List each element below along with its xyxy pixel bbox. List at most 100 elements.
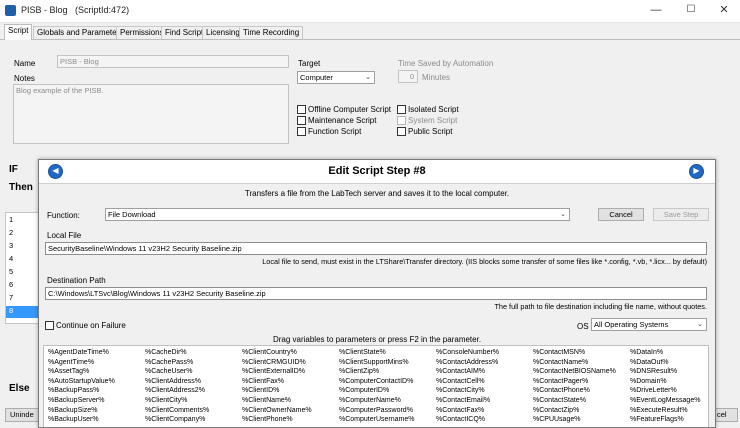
step-line-number[interactable]: 2 bbox=[9, 228, 13, 237]
unindent-button[interactable]: Uninde bbox=[5, 408, 39, 422]
maintenance-script-checkbox[interactable] bbox=[297, 116, 306, 125]
target-select[interactable]: Computer ⌄ bbox=[297, 71, 375, 84]
variable-item[interactable]: %CacheDir% bbox=[145, 348, 241, 358]
isolated-script-checkbox[interactable] bbox=[397, 105, 406, 114]
step-line-number[interactable]: 1 bbox=[9, 215, 13, 224]
variable-item[interactable]: %ComputerPassword% bbox=[339, 406, 435, 416]
maximize-button[interactable]: ☐ bbox=[675, 0, 707, 22]
variable-item[interactable]: %BackupUser% bbox=[48, 415, 144, 425]
variable-item[interactable]: %ContactMSN% bbox=[533, 348, 629, 358]
variable-item[interactable]: %CachePass% bbox=[145, 358, 241, 368]
variable-item[interactable]: %AutoStartupValue% bbox=[48, 377, 144, 387]
function-select[interactable]: File Download ⌄ bbox=[105, 208, 570, 221]
variables-column: %ContactMSN% %ContactName% %ContactNetBI… bbox=[533, 348, 629, 425]
previous-step-icon[interactable]: ◀ bbox=[48, 164, 63, 179]
variable-item[interactable]: %EventLogMessage% bbox=[630, 396, 706, 406]
local-file-field[interactable]: SecurityBaseline\Windows 11 v23H2 Securi… bbox=[45, 242, 707, 255]
close-button[interactable]: ✕ bbox=[708, 0, 740, 22]
variable-item[interactable]: %DataIn% bbox=[630, 348, 706, 358]
tab-time-recording[interactable]: Time Recording bbox=[239, 26, 304, 39]
variable-item[interactable]: %ContactNetBIOSName% bbox=[533, 367, 629, 377]
variable-item[interactable]: %ComputerName% bbox=[339, 396, 435, 406]
variable-item[interactable]: %BackupServer% bbox=[48, 396, 144, 406]
variable-item[interactable]: %ClientExternalID% bbox=[242, 367, 338, 377]
variable-item[interactable]: %DriveLetter% bbox=[630, 386, 706, 396]
step-line-number[interactable]: 7 bbox=[9, 293, 13, 302]
tab-find-script[interactable]: Find Script bbox=[161, 26, 208, 39]
tab-globals-and-parameters[interactable]: Globals and Parameters bbox=[33, 26, 128, 39]
cancel-button-partial[interactable]: cel bbox=[714, 408, 738, 422]
variable-item[interactable]: %ConsoleNumber% bbox=[436, 348, 532, 358]
variable-item[interactable]: %ClientName% bbox=[242, 396, 338, 406]
variable-item[interactable]: %ContactAIM% bbox=[436, 367, 532, 377]
destination-path-field[interactable]: C:\Windows\LTSvc\Blog\Windows 11 v23H2 S… bbox=[45, 287, 707, 300]
variable-item[interactable]: %ClientPhone% bbox=[242, 415, 338, 425]
offline-computer-script-checkbox[interactable] bbox=[297, 105, 306, 114]
variable-item[interactable]: %ContactFax% bbox=[436, 406, 532, 416]
continue-on-failure-checkbox[interactable] bbox=[45, 321, 54, 330]
variable-item[interactable]: %DNSResult% bbox=[630, 367, 706, 377]
variable-item[interactable]: %FeatureFlags% bbox=[630, 415, 706, 425]
variable-item[interactable]: %Domain% bbox=[630, 377, 706, 387]
variable-item[interactable]: %ClientComments% bbox=[145, 406, 241, 416]
variable-item[interactable]: %ClientOwnerName% bbox=[242, 406, 338, 416]
variable-item[interactable]: %AgentDateTime% bbox=[48, 348, 144, 358]
variable-item[interactable]: %ClientZip% bbox=[339, 367, 435, 377]
step-line-number[interactable]: 3 bbox=[9, 241, 13, 250]
variable-item[interactable]: %DataOut% bbox=[630, 358, 706, 368]
variable-item[interactable]: %ClientCompany% bbox=[145, 415, 241, 425]
variable-item[interactable]: %ClientAddress% bbox=[145, 377, 241, 387]
step-line-number-selected[interactable]: 8 bbox=[6, 306, 42, 318]
public-script-checkbox[interactable] bbox=[397, 127, 406, 136]
time-saved-field[interactable]: 0 bbox=[398, 70, 418, 83]
variable-item[interactable]: %ExecuteResult% bbox=[630, 406, 706, 416]
variable-item[interactable]: %CacheUser% bbox=[145, 367, 241, 377]
step-line-number[interactable]: 4 bbox=[9, 254, 13, 263]
step-line-number[interactable]: 5 bbox=[9, 267, 13, 276]
variable-item[interactable]: %ClientCity% bbox=[145, 396, 241, 406]
variable-item[interactable]: %ContactAddress% bbox=[436, 358, 532, 368]
tab-licensing[interactable]: Licensing bbox=[202, 26, 244, 39]
variable-item[interactable]: %ContactEmail% bbox=[436, 396, 532, 406]
variable-item[interactable]: %CPUUsage% bbox=[533, 415, 629, 425]
function-label: Function: bbox=[47, 211, 80, 220]
variable-item[interactable]: %ClientSupportMins% bbox=[339, 358, 435, 368]
name-field[interactable]: PISB - Blog bbox=[57, 55, 289, 68]
function-script-checkbox[interactable] bbox=[297, 127, 306, 136]
variable-item[interactable]: %ContactICQ% bbox=[436, 415, 532, 425]
variable-item[interactable]: %ContactPhone% bbox=[533, 386, 629, 396]
variable-item[interactable]: %ClientCountry% bbox=[242, 348, 338, 358]
step-line-number[interactable]: 6 bbox=[9, 280, 13, 289]
variable-item[interactable]: %AssetTag% bbox=[48, 367, 144, 377]
variable-item[interactable]: %ComputerContactID% bbox=[339, 377, 435, 387]
variable-item[interactable]: %ClientState% bbox=[339, 348, 435, 358]
local-file-label: Local File bbox=[47, 231, 82, 240]
next-step-icon[interactable]: ▶ bbox=[689, 164, 704, 179]
os-select[interactable]: All Operating Systems ⌄ bbox=[591, 318, 707, 331]
system-script-checkbox[interactable] bbox=[397, 116, 406, 125]
variable-item[interactable]: %ClientCRMGUID% bbox=[242, 358, 338, 368]
name-label: Name bbox=[14, 59, 36, 68]
variable-item[interactable]: %ClientAddress2% bbox=[145, 386, 241, 396]
variable-item[interactable]: %BackupPass% bbox=[48, 386, 144, 396]
variable-item[interactable]: %ComputerUsername% bbox=[339, 415, 435, 425]
variable-item[interactable]: %ContactZip% bbox=[533, 406, 629, 416]
variable-item[interactable]: %ClientID% bbox=[242, 386, 338, 396]
variable-item[interactable]: %ClientFax% bbox=[242, 377, 338, 387]
dialog-cancel-button[interactable]: Cancel bbox=[598, 208, 644, 221]
tab-script[interactable]: Script bbox=[4, 24, 33, 40]
notes-field[interactable]: Blog example of the PISB. bbox=[13, 84, 289, 144]
else-section-label: Else bbox=[9, 383, 30, 394]
then-section-label: Then bbox=[9, 182, 33, 193]
variable-item[interactable]: %ContactState% bbox=[533, 396, 629, 406]
variable-item[interactable]: %ContactCity% bbox=[436, 386, 532, 396]
variable-item[interactable]: %BackupSize% bbox=[48, 406, 144, 416]
tab-permissions[interactable]: Permissions bbox=[116, 26, 168, 39]
save-step-button[interactable]: Save Step bbox=[653, 208, 709, 221]
variable-item[interactable]: %ContactCell% bbox=[436, 377, 532, 387]
variable-item[interactable]: %AgentTime% bbox=[48, 358, 144, 368]
variable-item[interactable]: %ComputerID% bbox=[339, 386, 435, 396]
minimize-button[interactable]: — bbox=[640, 0, 672, 22]
variable-item[interactable]: %ContactName% bbox=[533, 358, 629, 368]
variable-item[interactable]: %ContactPager% bbox=[533, 377, 629, 387]
